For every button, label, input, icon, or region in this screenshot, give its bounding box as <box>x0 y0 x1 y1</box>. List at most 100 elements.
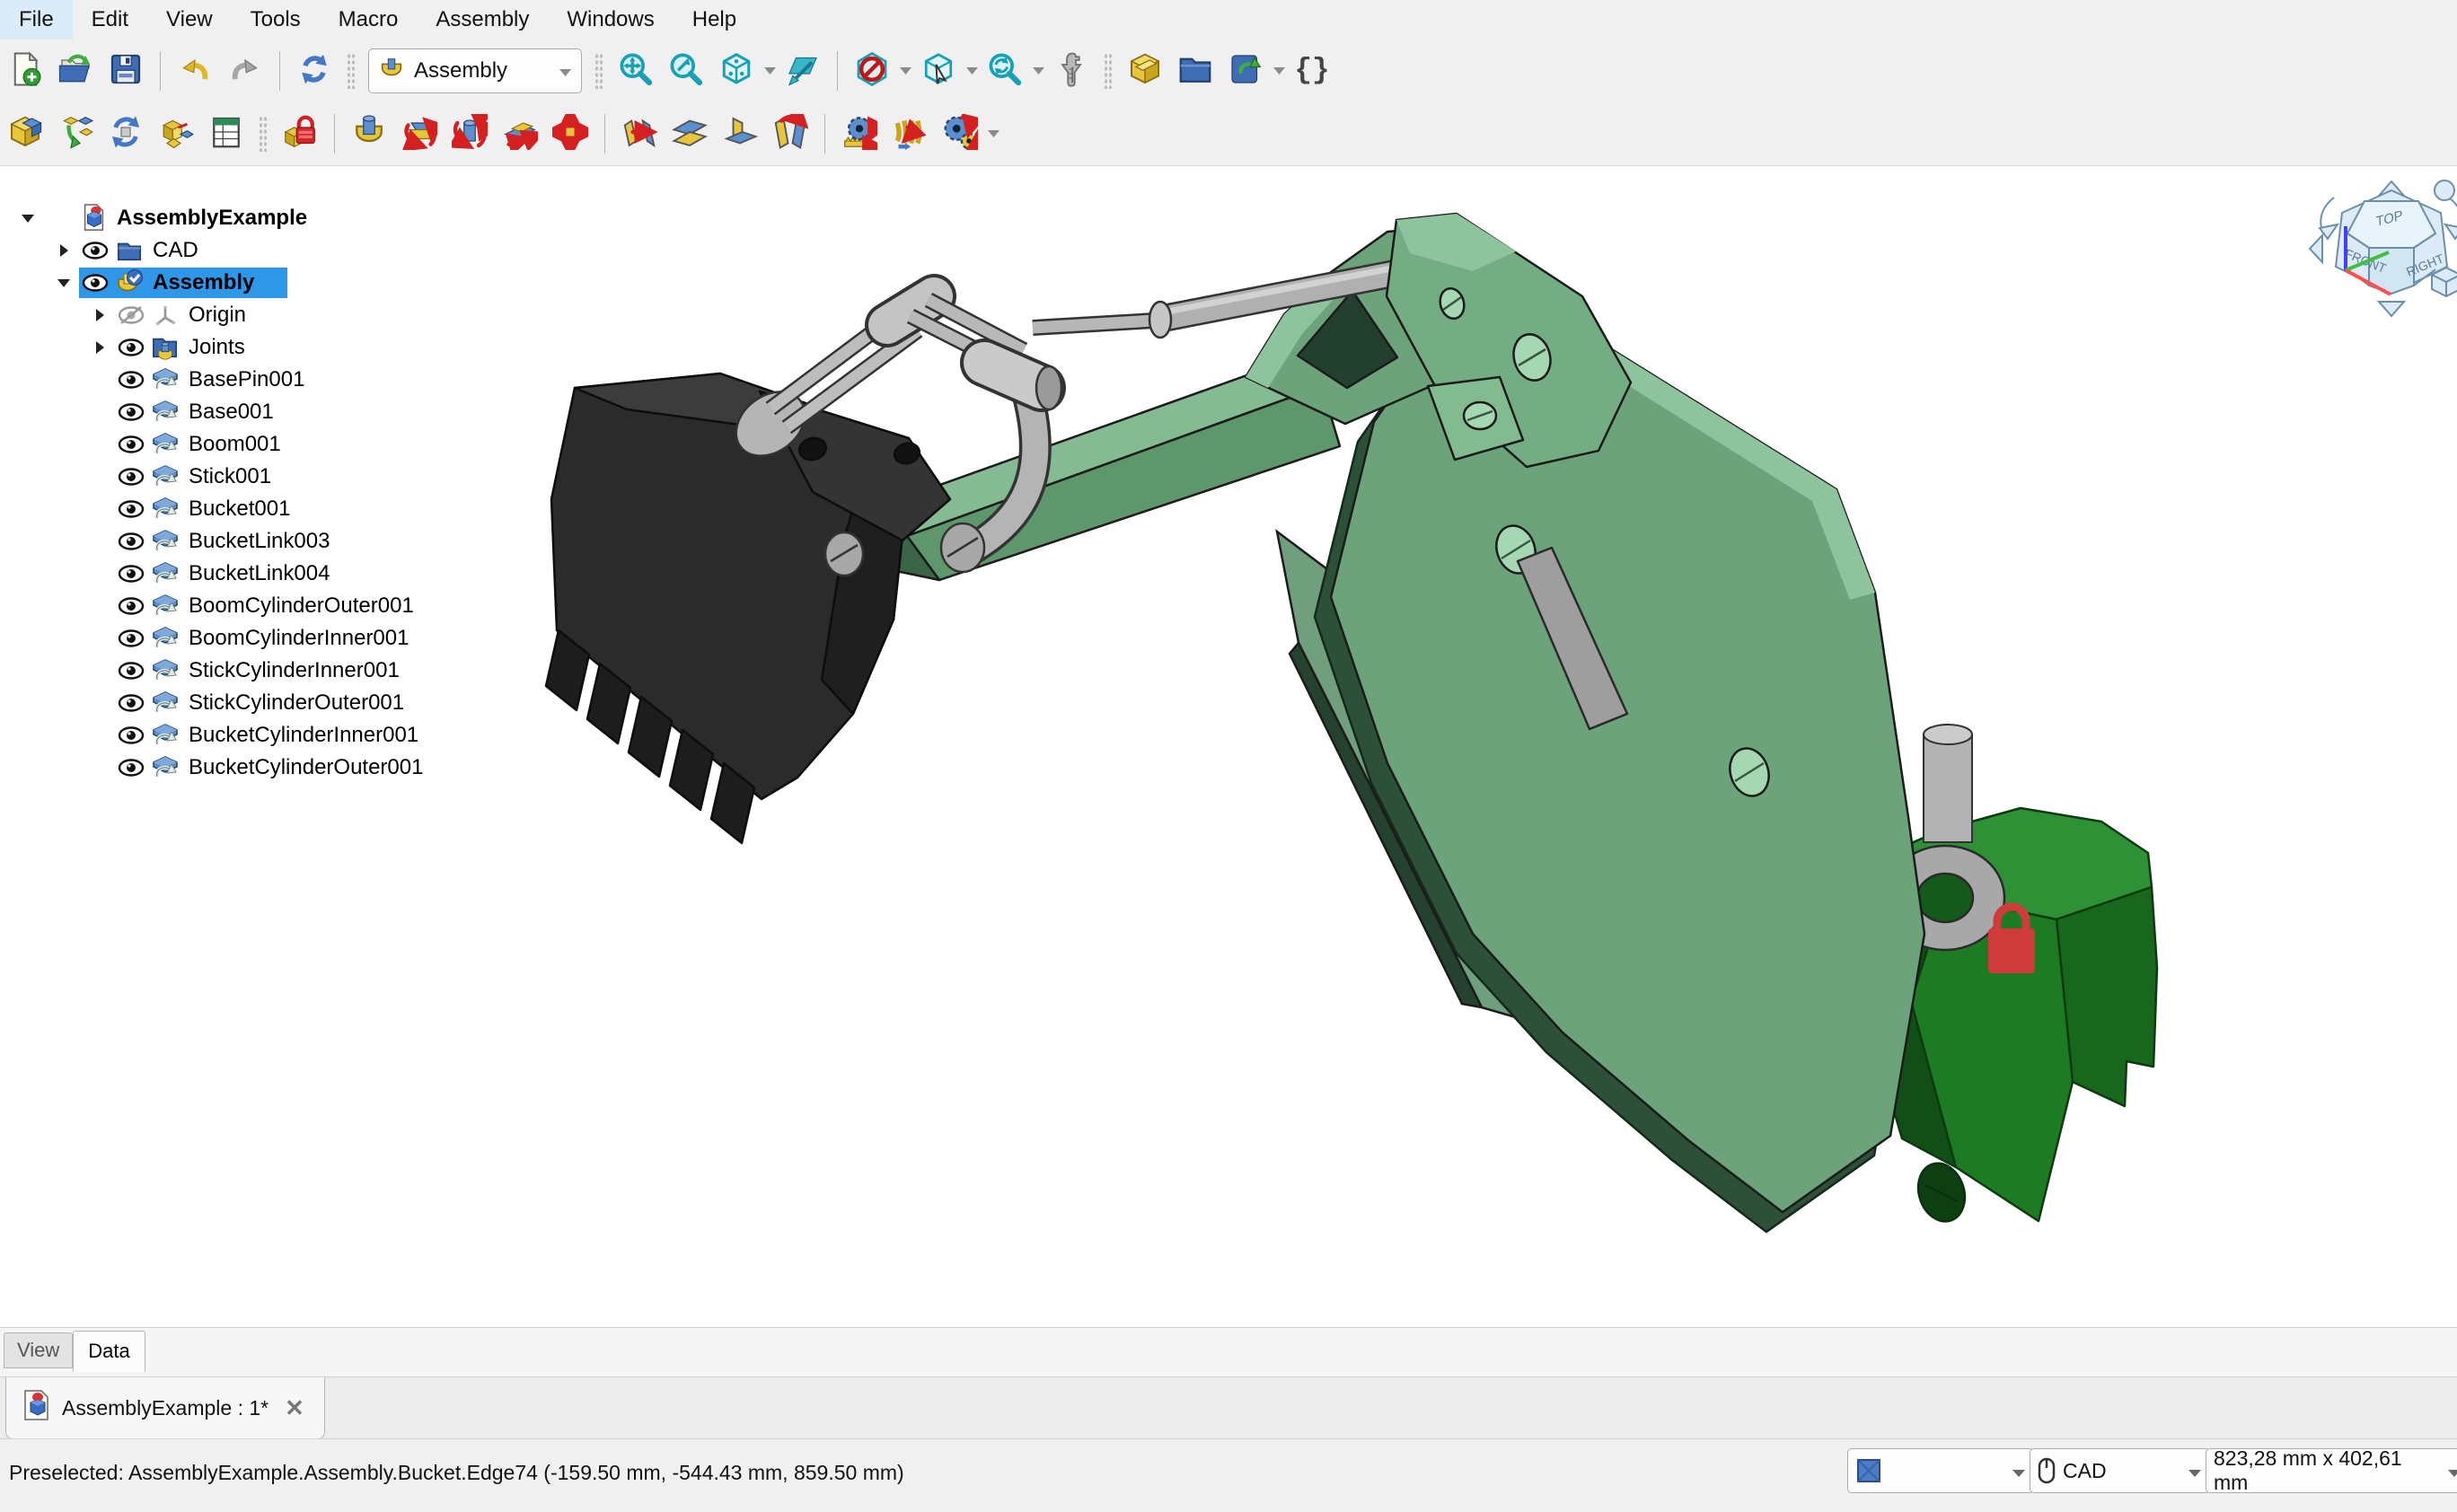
visibility-eye-icon[interactable] <box>79 273 111 293</box>
insert-component-button[interactable] <box>53 109 98 159</box>
expand-right-icon[interactable] <box>48 243 79 258</box>
visibility-eye-icon[interactable] <box>115 467 147 487</box>
visibility-eye-icon[interactable] <box>115 370 147 390</box>
menu-view[interactable]: View <box>147 0 232 40</box>
visibility-eye-icon[interactable] <box>115 564 147 584</box>
set-view-button[interactable] <box>780 46 825 96</box>
document-tab[interactable]: AssemblyExample : 1* ✕ <box>5 1377 325 1439</box>
tree-item-bucketcylinderinner001[interactable]: BucketCylinderInner001 <box>0 719 503 752</box>
tree-item-boom001[interactable]: Boom001 <box>0 428 503 461</box>
navigation-style-selector[interactable]: CAD <box>2030 1448 2210 1493</box>
tree-item-basepin001[interactable]: BasePin001 <box>0 364 503 396</box>
toggle-grounded-button[interactable] <box>277 109 322 159</box>
fit-all-button[interactable] <box>613 46 658 96</box>
bill-of-materials-button[interactable] <box>204 109 249 159</box>
clipping-button[interactable] <box>850 46 894 96</box>
tree-item-boomcylinderouter001[interactable]: BoomCylinderOuter001 <box>0 590 503 622</box>
draw-style-selector[interactable] <box>1847 1448 2034 1493</box>
box-select-button[interactable] <box>916 46 961 96</box>
new-part-button[interactable] <box>154 109 198 159</box>
visibility-eye-icon[interactable] <box>115 693 147 713</box>
expression-button[interactable]: {} <box>1290 46 1334 96</box>
3d-viewport[interactable]: TOP FRONT RIGHT AssemblyExampleCADAssemb… <box>0 166 2457 1327</box>
zoom-selection-button[interactable] <box>664 46 709 96</box>
save-button[interactable] <box>103 46 148 96</box>
visibility-eye-icon[interactable] <box>115 338 147 357</box>
parallel-joint-button[interactable] <box>667 109 712 159</box>
close-icon[interactable]: ✕ <box>281 1394 308 1422</box>
menu-windows[interactable]: Windows <box>548 0 673 40</box>
tree-item-stick001[interactable]: Stick001 <box>0 461 503 493</box>
undo-button[interactable] <box>172 46 217 96</box>
measure-button[interactable] <box>1049 46 1094 96</box>
distance-joint-button[interactable] <box>617 109 662 159</box>
link-make-button[interactable] <box>1223 46 1268 96</box>
ball-joint-button[interactable] <box>548 109 593 159</box>
box-select-dropdown[interactable] <box>964 46 980 96</box>
visibility-eye-icon[interactable] <box>115 532 147 551</box>
menu-edit[interactable]: Edit <box>73 0 147 40</box>
open-document-button[interactable] <box>53 46 98 96</box>
visibility-eye-icon[interactable] <box>115 629 147 648</box>
tree-item-bucketlink004[interactable]: BucketLink004 <box>0 558 503 590</box>
screw-joint-button[interactable] <box>887 109 932 159</box>
menu-macro[interactable]: Macro <box>320 0 418 40</box>
menu-help[interactable]: Help <box>674 0 755 40</box>
clipping-dropdown[interactable] <box>897 46 913 96</box>
visibility-eye-icon[interactable] <box>115 661 147 681</box>
part-base-pin[interactable] <box>1924 725 1972 842</box>
expand-right-icon[interactable] <box>84 308 115 322</box>
slider-joint-button[interactable] <box>498 109 542 159</box>
create-assembly-button[interactable] <box>3 109 48 159</box>
expand-down-icon[interactable] <box>13 213 43 224</box>
tree-item-boomcylinderinner001[interactable]: BoomCylinderInner001 <box>0 622 503 655</box>
tree-item-stickcylinderouter001[interactable]: StickCylinderOuter001 <box>0 687 503 719</box>
visibility-eye-icon[interactable] <box>115 596 147 616</box>
view-sync-button[interactable] <box>982 46 1027 96</box>
gears-joint-button[interactable] <box>938 109 982 159</box>
tree-item-origin[interactable]: Origin <box>0 299 503 331</box>
expand-right-icon[interactable] <box>84 340 115 355</box>
revolute-joint-button[interactable] <box>397 109 442 159</box>
navigation-cube[interactable]: TOP FRONT RIGHT <box>2310 180 2457 316</box>
tree-item-stickcylinderinner001[interactable]: StickCylinderInner001 <box>0 655 503 687</box>
tree-item-assembly[interactable]: Assembly <box>0 267 503 299</box>
folder-group-button[interactable] <box>1173 46 1218 96</box>
refresh-button[interactable] <box>292 46 337 96</box>
tree-item-base001[interactable]: Base001 <box>0 396 503 428</box>
tree-item-assemblyexample[interactable]: AssemblyExample <box>0 202 503 234</box>
rack-pinion-joint-button[interactable] <box>837 109 882 159</box>
redo-button[interactable] <box>223 46 268 96</box>
link-make-dropdown[interactable] <box>1271 46 1287 96</box>
tree-item-bucketlink003[interactable]: BucketLink003 <box>0 525 503 558</box>
menu-tools[interactable]: Tools <box>232 0 320 40</box>
cylindrical-joint-button[interactable] <box>447 109 492 159</box>
tree-item-bucket001[interactable]: Bucket001 <box>0 493 503 525</box>
workbench-selector[interactable]: Assembly <box>368 48 582 93</box>
viewport-size-selector[interactable]: 823,28 mm x 402,61 mm <box>2206 1448 2457 1493</box>
tree-item-cad[interactable]: CAD <box>0 234 503 267</box>
visibility-eye-icon[interactable] <box>115 499 147 519</box>
part-export-button[interactable] <box>1123 46 1167 96</box>
tab-data[interactable]: Data <box>73 1331 145 1372</box>
menu-file[interactable]: File <box>0 0 73 40</box>
visibility-eye-icon[interactable] <box>115 402 147 422</box>
visibility-eye-icon[interactable] <box>115 758 147 778</box>
tree-item-joints[interactable]: Joints <box>0 331 503 364</box>
view-sync-dropdown[interactable] <box>1030 46 1046 96</box>
isometric-view-dropdown[interactable] <box>762 46 778 96</box>
solve-assembly-button[interactable] <box>103 109 148 159</box>
angle-joint-button[interactable] <box>768 109 813 159</box>
visibility-eye-icon[interactable] <box>115 725 147 745</box>
expand-down-icon[interactable] <box>48 277 79 288</box>
menu-assembly[interactable]: Assembly <box>417 0 548 40</box>
visibility-eye-icon[interactable] <box>79 241 111 260</box>
tab-view[interactable]: View <box>4 1332 73 1368</box>
visibility-eye-off-icon[interactable] <box>115 304 147 326</box>
perpendicular-joint-button[interactable] <box>718 109 762 159</box>
isometric-view-button[interactable] <box>714 46 759 96</box>
visibility-eye-icon[interactable] <box>115 435 147 454</box>
fixed-joint-button[interactable] <box>347 109 392 159</box>
gears-joint-dropdown[interactable] <box>985 109 1001 159</box>
new-document-button[interactable] <box>3 46 48 96</box>
